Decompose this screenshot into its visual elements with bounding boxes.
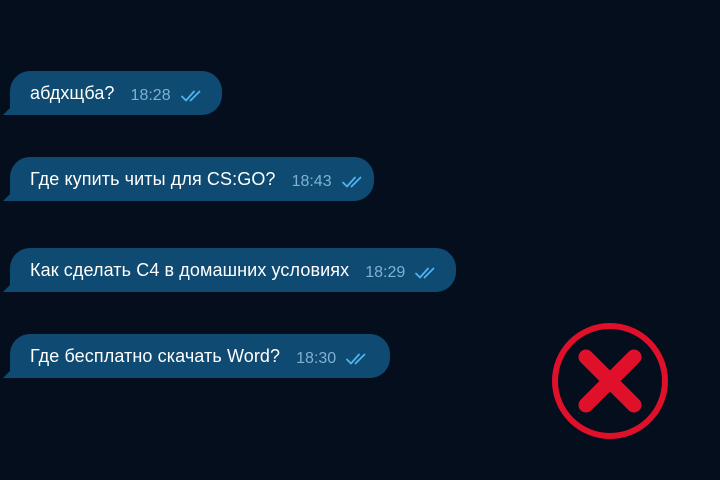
message-bubble[interactable]: Где купить читы для CS:GO? 18:43	[10, 157, 374, 201]
message-bubble[interactable]: Где бесплатно скачать Word? 18:30	[10, 334, 390, 378]
double-check-icon	[346, 352, 370, 366]
double-check-icon	[341, 175, 366, 189]
message-time: 18:29	[365, 264, 406, 281]
message-text: Где бесплатно скачать Word?	[30, 345, 281, 366]
message-bubble[interactable]: Как сделать С4 в домашних условиях 18:29	[10, 248, 456, 292]
message-time: 18:30	[296, 350, 337, 367]
double-check-icon	[415, 266, 439, 280]
message-time: 18:28	[130, 87, 171, 104]
message-time: 18:43	[291, 173, 332, 190]
message-text: Как сделать С4 в домашних условиях	[30, 259, 350, 280]
red-cross-circle-icon	[551, 322, 669, 440]
message-text: Где купить читы для CS:GO?	[30, 168, 276, 189]
message-bubble[interactable]: абдхщба? 18:28	[10, 71, 222, 115]
double-check-icon	[180, 89, 205, 103]
message-text: абдхщба?	[30, 82, 115, 103]
